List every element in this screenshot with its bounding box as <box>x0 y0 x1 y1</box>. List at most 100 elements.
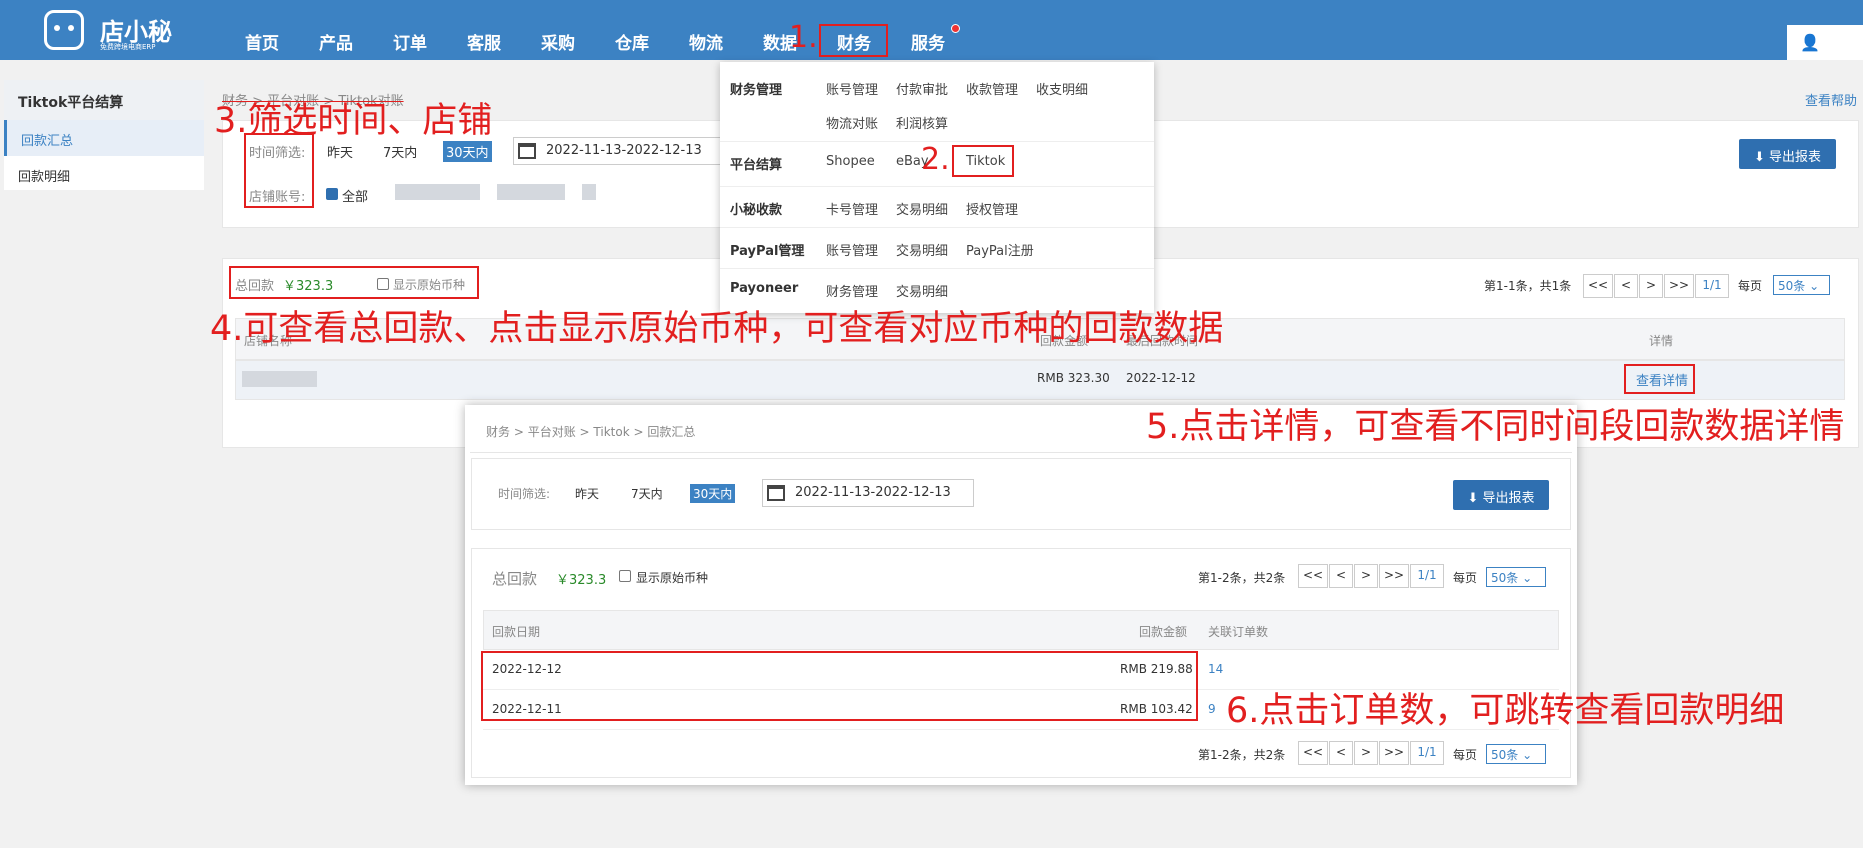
dd-link-card-mgmt[interactable]: 卡号管理 <box>826 199 878 218</box>
detail-pager-page[interactable]: 1/1 <box>1410 741 1444 765</box>
detail-filter-yesterday[interactable]: 昨天 <box>575 485 599 502</box>
divider <box>470 452 1572 453</box>
detail-total-value: ￥323.3 <box>556 573 607 588</box>
detail-pager-range-bottom: 第1-2条，共2条 <box>1198 748 1286 762</box>
annotation-step-5: 5.点击详情，可查看不同时间段回款数据详情 <box>1146 407 1845 447</box>
nav-products[interactable]: 产品 <box>319 29 353 54</box>
nav-warehouse[interactable]: 仓库 <box>615 29 649 54</box>
user-menu[interactable] <box>1787 25 1863 60</box>
divider <box>720 227 1154 228</box>
dd-link-income-expense[interactable]: 收支明细 <box>1036 79 1088 98</box>
nav-logistics[interactable]: 物流 <box>689 29 723 54</box>
annotation-step-6: 6.点击订单数，可跳转查看回款明细 <box>1226 691 1785 731</box>
annotation-box-summary <box>229 266 479 299</box>
detail-filter-7days[interactable]: 7天内 <box>631 485 663 502</box>
dd-link-account-mgmt[interactable]: 账号管理 <box>826 79 878 98</box>
shop-name-blurred <box>242 371 317 387</box>
date-range-input[interactable]: 2022-11-13-2022-12-13 <box>513 137 723 165</box>
dd-group-xiaomi-pay: 小秘收款 <box>730 203 783 218</box>
shop-account-blurred[interactable] <box>395 184 480 200</box>
dd-link-transactions[interactable]: 交易明细 <box>896 199 948 218</box>
detail-table-header <box>483 610 1559 650</box>
nav-purchase[interactable]: 采购 <box>541 29 575 54</box>
col-detail: 详情 <box>1649 334 1674 348</box>
annotation-box-rows <box>481 651 1198 721</box>
detail-per-page-select[interactable]: 50条 ⌄ <box>1486 567 1546 587</box>
filter-yesterday[interactable]: 昨天 <box>327 142 353 161</box>
detail-pager-last[interactable]: >> <box>1379 741 1409 765</box>
dd-link-payoneer-finance[interactable]: 财务管理 <box>826 281 878 300</box>
annotation-step-1: 1. <box>789 20 818 55</box>
help-link[interactable]: 查看帮助 <box>1805 90 1857 109</box>
dd-link-paypal-register[interactable]: PayPal注册 <box>966 240 1034 259</box>
calendar-icon[interactable] <box>767 485 785 501</box>
dd-link-logistics-recon[interactable]: 物流对账 <box>826 113 878 132</box>
row-last-time: 2022-12-12 <box>1126 371 1196 385</box>
detail-original-currency-checkbox[interactable] <box>619 570 631 582</box>
row-orders-link[interactable]: 9 <box>1208 702 1216 716</box>
pager-next[interactable]: > <box>1639 274 1663 298</box>
dd-link-paypal-transactions[interactable]: 交易明细 <box>896 240 948 259</box>
dd-link-paypal-accounts[interactable]: 账号管理 <box>826 240 878 259</box>
dd-group-finance-mgmt: 财务管理 <box>730 83 783 98</box>
pager-page[interactable]: 1/1 <box>1695 274 1729 298</box>
dd-link-payoneer-transactions[interactable]: 交易明细 <box>896 281 948 300</box>
nav-orders[interactable]: 订单 <box>393 29 427 54</box>
view-detail-link[interactable]: 查看详情 <box>1636 370 1688 389</box>
filter-7days[interactable]: 7天内 <box>383 142 417 161</box>
logo-subtitle: 免费跨境电商ERP <box>100 43 156 51</box>
sidebar-item-detail[interactable]: 回款明细 <box>4 156 204 192</box>
user-icon[interactable]: 👤 <box>1800 33 1820 52</box>
pager-first[interactable]: << <box>1583 274 1613 298</box>
divider <box>720 268 1154 269</box>
detail-per-page-select[interactable]: 50条 ⌄ <box>1486 744 1546 764</box>
detail-filter-30days[interactable]: 30天内 <box>690 484 736 503</box>
nav-service[interactable]: 服务 <box>911 29 945 54</box>
all-shops-label: 全部 <box>342 190 369 205</box>
dd-link-tiktok[interactable]: Tiktok <box>966 154 1005 169</box>
detail-pager-prev[interactable]: < <box>1329 564 1353 588</box>
detail-pager-page[interactable]: 1/1 <box>1410 564 1444 588</box>
dd-group-paypal: PayPal管理 <box>730 244 805 259</box>
robot-logo-icon[interactable] <box>44 10 84 50</box>
pager-prev[interactable]: < <box>1614 274 1638 298</box>
detail-pager-last[interactable]: >> <box>1379 564 1409 588</box>
dd-link-authorization[interactable]: 授权管理 <box>966 199 1018 218</box>
detail-per-page-label: 每页 <box>1453 748 1478 762</box>
detail-pager-first[interactable]: << <box>1298 741 1328 765</box>
detail-export-button[interactable]: ⬇ 导出报表 <box>1453 480 1549 510</box>
export-button[interactable]: ⬇ 导出报表 <box>1739 139 1836 169</box>
detail-pager-next[interactable]: > <box>1354 564 1378 588</box>
pager-last[interactable]: >> <box>1664 274 1694 298</box>
detail-breadcrumb: 财务 > 平台对账 > Tiktok > 回款汇总 <box>486 425 696 439</box>
annotation-box-finance <box>819 24 888 57</box>
detail-pager-next[interactable]: > <box>1354 741 1378 765</box>
detail-pager-prev[interactable]: < <box>1329 741 1353 765</box>
dd-link-profit-calc[interactable]: 利润核算 <box>896 113 948 132</box>
divider <box>720 186 1154 187</box>
shop-account-blurred[interactable] <box>497 184 565 200</box>
dd-group-payoneer: Payoneer <box>730 281 799 296</box>
filter-30days[interactable]: 30天内 <box>443 141 492 162</box>
pager-range: 第1-1条，共1条 <box>1484 279 1572 293</box>
detail-original-currency-label[interactable]: 显示原始币种 <box>636 569 708 586</box>
detail-pager-first[interactable]: << <box>1298 564 1328 588</box>
dd-link-receipt-mgmt[interactable]: 收款管理 <box>966 79 1018 98</box>
shop-account-blurred[interactable] <box>582 184 596 200</box>
all-shops-checkbox[interactable] <box>326 188 338 200</box>
col-return-amount: 回款金额 <box>1139 625 1188 639</box>
row-amount: RMB 323.30 <box>1037 371 1110 385</box>
annotation-step-2: 2. <box>921 142 950 177</box>
dd-link-payment-approval[interactable]: 付款审批 <box>896 79 948 98</box>
dd-link-shopee[interactable]: Shopee <box>826 154 875 169</box>
row-orders-link[interactable]: 14 <box>1208 662 1223 676</box>
nav-home[interactable]: 首页 <box>245 29 279 54</box>
col-related-orders: 关联订单数 <box>1208 625 1269 639</box>
per-page-select[interactable]: 50条 ⌄ <box>1773 275 1830 295</box>
calendar-icon[interactable] <box>518 143 536 159</box>
detail-date-range-input[interactable]: 2022-11-13-2022-12-13 <box>762 479 974 507</box>
per-page-label: 每页 <box>1738 279 1763 293</box>
sidebar-item-summary[interactable]: 回款汇总 <box>4 120 204 156</box>
nav-customer-service[interactable]: 客服 <box>467 29 501 54</box>
annotation-step-4: 4.可查看总回款、点击显示原始币种，可查看对应币种的回款数据 <box>210 309 1224 349</box>
